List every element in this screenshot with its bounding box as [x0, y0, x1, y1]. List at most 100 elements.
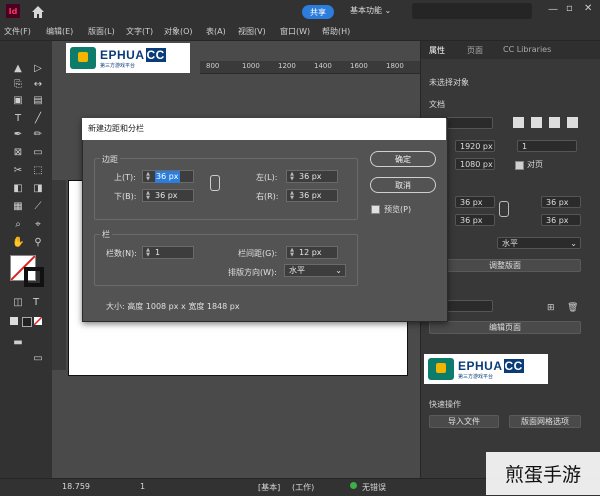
note-tool-icon[interactable]: ▦ — [12, 201, 24, 213]
gradient-tool-icon[interactable]: ◧ — [12, 183, 24, 195]
menu-edit[interactable]: 编辑(E) — [46, 26, 73, 37]
stepper-icon[interactable]: ▲ ▼ — [144, 191, 152, 201]
delete-page-icon[interactable]: 🗑 — [567, 303, 578, 313]
preset-select[interactable] — [447, 117, 493, 129]
measure-tool-icon[interactable]: ⌖ — [32, 219, 44, 231]
stepper-icon[interactable]: ▲ ▼ — [288, 172, 296, 182]
height-field[interactable]: 1080 px — [455, 158, 495, 170]
content-collector-icon[interactable]: ▣ — [12, 95, 24, 107]
pen-tool-icon[interactable]: ✒ — [12, 129, 24, 141]
columns-count-field[interactable]: ▲ ▼ 1 — [142, 246, 194, 259]
gutter-field[interactable]: ▲ ▼ 12 px — [286, 246, 338, 259]
link-margins-icon[interactable] — [210, 175, 220, 191]
page-tool-icon[interactable]: ⎘ — [12, 79, 24, 91]
stepper-icon[interactable]: ▲ ▼ — [144, 172, 152, 182]
menu-object[interactable]: 对象(O) — [164, 26, 193, 37]
apply-color-icon[interactable] — [10, 317, 18, 325]
stroke-swatch[interactable] — [24, 267, 44, 287]
eyedropper-tool-icon[interactable]: ⟋ — [32, 201, 44, 213]
stepper-icon[interactable]: ▲ ▼ — [144, 248, 152, 258]
top-margin-field[interactable]: ▲ ▼ 36 px — [142, 170, 194, 183]
portrait-icon[interactable] — [513, 117, 524, 128]
page-number[interactable]: 1 — [140, 482, 145, 491]
rectangle-tool-icon[interactable]: ▭ — [32, 147, 44, 159]
share-button[interactable]: 共享 — [302, 5, 334, 19]
edit-page-button[interactable]: 编辑页面 — [429, 321, 581, 334]
type-tool-icon[interactable]: T — [12, 113, 24, 125]
ruler-mark: 1400 — [314, 62, 332, 70]
minimize-icon[interactable]: — — [548, 4, 558, 15]
link-icon[interactable] — [499, 201, 509, 217]
page-select[interactable] — [447, 300, 493, 312]
line-tool-icon[interactable]: ╱ — [32, 113, 44, 125]
adjust-layout-button[interactable]: 调整版面 — [429, 259, 581, 272]
zoom-tool-icon[interactable]: ⚲ — [32, 237, 44, 249]
selection-tool-icon[interactable]: ▲ — [12, 63, 24, 75]
menu-file[interactable]: 文件(F) — [4, 26, 31, 37]
gradient-feather-tool-icon[interactable]: ◨ — [32, 183, 44, 195]
direct-selection-tool-icon[interactable]: ▷ — [32, 63, 44, 75]
rectangle-frame-tool-icon[interactable]: ⊠ — [12, 147, 24, 159]
menu-layout[interactable]: 版面(L) — [88, 26, 115, 37]
tab-pages[interactable]: 页面 — [467, 45, 483, 56]
landscape-icon[interactable] — [531, 117, 542, 128]
direction-select[interactable]: 水平 ⌄ — [284, 264, 346, 277]
margin-top-field[interactable]: 36 px — [455, 196, 495, 208]
watermark: 煎蛋手游 — [486, 452, 600, 495]
scissors-tool-icon[interactable]: ✂ — [12, 165, 24, 177]
formatting-text-icon[interactable]: T — [30, 297, 42, 309]
cancel-button[interactable]: 取消 — [370, 177, 436, 193]
facing-pages-checkbox[interactable] — [515, 161, 524, 170]
app-logo-icon: Id — [6, 4, 20, 18]
apply-gradient-icon[interactable] — [22, 317, 32, 327]
title-bar: Id 共享 基本功能 ⌄ — ▫ ✕ — [0, 0, 600, 24]
ruler-mark: 800 — [206, 62, 220, 70]
stepper-icon[interactable]: ▲ ▼ — [288, 248, 296, 258]
stepper-icon[interactable]: ▲ ▼ — [288, 191, 296, 201]
search-input[interactable] — [412, 3, 532, 19]
binding-icon[interactable] — [549, 117, 560, 128]
layout-grid-options-button[interactable]: 版面网格选项 — [509, 415, 581, 428]
preflight-profile: [基本] — [258, 483, 281, 492]
preview-checkbox[interactable] — [371, 205, 380, 214]
margin-bottom-field[interactable]: 36 px — [455, 214, 495, 226]
apply-none-icon[interactable] — [33, 316, 43, 326]
menu-view[interactable]: 视图(V) — [238, 26, 266, 37]
eyedropper-icon[interactable]: ⌕ — [12, 219, 24, 231]
width-field[interactable]: 1920 px — [455, 140, 495, 152]
left-margin-field[interactable]: ▲ ▼ 36 px — [286, 170, 338, 183]
add-page-icon[interactable]: ⊞ — [547, 303, 555, 313]
pencil-tool-icon[interactable]: ✏ — [32, 129, 44, 141]
hand-tool-icon[interactable]: ✋ — [12, 237, 24, 249]
ok-button[interactable]: 确定 — [370, 151, 436, 167]
right-margin-field[interactable]: ▲ ▼ 36 px — [286, 189, 338, 202]
left-margin-value: 36 px — [299, 172, 322, 181]
menu-help[interactable]: 帮助(H) — [322, 26, 350, 37]
free-transform-tool-icon[interactable]: ⬚ — [32, 165, 44, 177]
margin-left-field[interactable]: 36 px — [541, 196, 581, 208]
workspace-switcher[interactable]: 基本功能 ⌄ — [350, 5, 391, 16]
formatting-container-icon[interactable]: ◫ — [12, 297, 24, 309]
page-size-icon[interactable] — [567, 117, 578, 128]
top-margin-value: 36 px — [155, 171, 180, 183]
screen-mode-icon[interactable]: ▬ — [12, 337, 24, 349]
margin-right-field[interactable]: 36 px — [541, 214, 581, 226]
menu-window[interactable]: 窗口(W) — [280, 26, 310, 37]
vertical-ruler — [52, 180, 66, 370]
menu-table[interactable]: 表(A) — [206, 26, 226, 37]
tab-properties[interactable]: 属性 — [429, 45, 445, 56]
bottom-margin-field[interactable]: ▲ ▼ 36 px — [142, 189, 194, 202]
content-placer-icon[interactable]: ▤ — [32, 95, 44, 107]
maximize-icon[interactable]: ▫ — [566, 3, 573, 14]
zoom-level[interactable]: 18.759 — [62, 482, 90, 491]
tab-cc-libraries[interactable]: CC Libraries — [503, 45, 551, 54]
gap-tool-icon[interactable]: ↔ — [32, 79, 44, 91]
close-icon[interactable]: ✕ — [584, 3, 592, 14]
pages-field[interactable]: 1 — [517, 140, 577, 152]
orientation-select[interactable]: 水平 ⌄ — [497, 237, 581, 249]
menu-type[interactable]: 文字(T) — [126, 26, 153, 37]
home-icon[interactable] — [30, 4, 46, 20]
preview-mode-icon[interactable]: ▭ — [32, 353, 44, 365]
left-margin-label: 左(L): — [256, 173, 278, 182]
import-file-button[interactable]: 导入文件 — [429, 415, 499, 428]
